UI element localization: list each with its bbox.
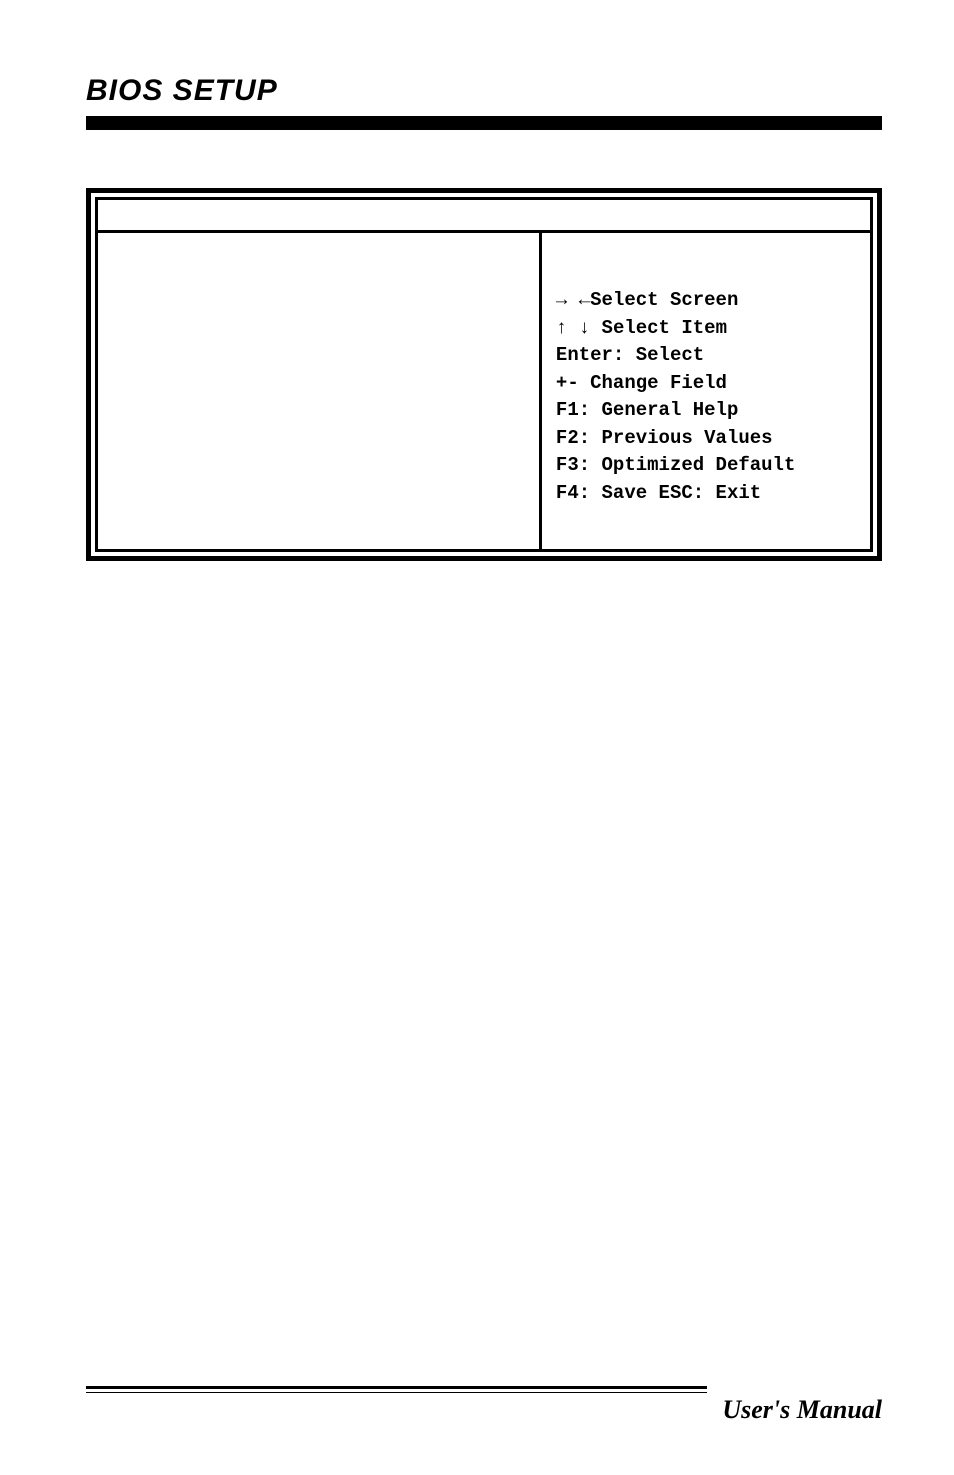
help-enter: Enter: Select [556,342,860,370]
header-divider [86,116,882,130]
footer-rule [86,1386,707,1389]
bios-screen-frame: → ←Select Screen ↑ ↓ Select Item Enter: … [86,188,882,561]
page-header: BIOS SETUP [86,74,882,130]
bios-screen-inner: → ←Select Screen ↑ ↓ Select Item Enter: … [95,197,873,552]
arrow-right-left-icon: → ← [556,289,590,311]
help-select-screen: → ←Select Screen [556,287,860,315]
bios-body: → ←Select Screen ↑ ↓ Select Item Enter: … [98,233,870,549]
help-change-field: +- Change Field [556,370,860,398]
help-f2: F2: Previous Values [556,425,860,453]
bios-help-pane: → ←Select Screen ↑ ↓ Select Item Enter: … [542,233,870,549]
help-f3: F3: Optimized Default [556,452,860,480]
bios-main-pane [98,233,542,549]
footer-text: User's Manual [86,1395,882,1425]
section-title: BIOS SETUP [86,74,882,108]
help-select-item: ↑ ↓ Select Item [556,315,860,343]
arrow-up-down-icon: ↑ ↓ [556,317,590,339]
footer-rule-thin [86,1392,707,1393]
page-footer: User's Manual [86,1386,882,1425]
help-select-screen-label: Select Screen [590,289,738,311]
help-f4: F4: Save ESC: Exit [556,480,860,508]
help-f1: F1: General Help [556,397,860,425]
bios-menu-bar [98,200,870,233]
help-select-item-label: Select Item [602,317,727,339]
